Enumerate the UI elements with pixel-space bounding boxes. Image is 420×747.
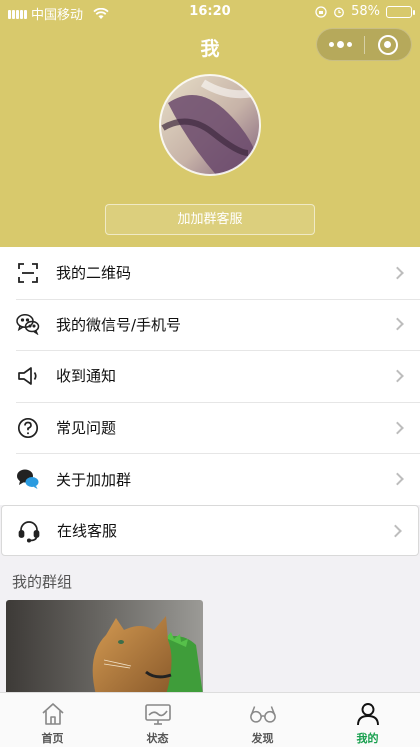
chevron-right-icon xyxy=(391,266,404,280)
tab-discover[interactable]: 发现 xyxy=(210,693,315,747)
tab-label: 首页 xyxy=(41,732,64,745)
home-icon xyxy=(39,701,67,727)
chevron-right-icon xyxy=(391,472,404,486)
tab-label: 状态 xyxy=(146,732,169,745)
question-icon xyxy=(16,416,40,440)
tab-mine[interactable]: 我的 xyxy=(315,693,420,747)
mini-program-capsule xyxy=(316,28,412,61)
wechat-icon xyxy=(16,312,40,336)
menu-item-qrcode[interactable]: 我的二维码 xyxy=(0,247,420,299)
menu-item-label: 我的二维码 xyxy=(56,264,132,283)
menu-item-label: 我的微信号/手机号 xyxy=(56,315,182,334)
tab-home[interactable]: 首页 xyxy=(0,693,105,747)
rotation-lock-icon xyxy=(315,5,327,18)
alarm-icon xyxy=(334,7,345,17)
menu-item-label: 在线客服 xyxy=(57,522,118,540)
menu-item-customer-service[interactable]: 在线客服 xyxy=(1,505,419,556)
chevron-right-icon xyxy=(391,421,404,434)
chevron-right-icon xyxy=(389,524,402,537)
more-options-icon[interactable] xyxy=(317,29,364,60)
menu-item-label: 关于加加群 xyxy=(56,470,132,489)
battery-percent: 58% xyxy=(351,4,380,19)
bottom-tab-bar: 首页 状态 发现 我的 xyxy=(0,692,420,747)
tab-label: 发现 xyxy=(251,732,274,745)
chevron-right-icon xyxy=(391,318,404,331)
headset-icon xyxy=(17,519,41,543)
qr-scan-icon xyxy=(16,261,40,285)
status-bar: 中国移动 16:20 58% xyxy=(0,0,420,24)
profile-header: 中国移动 16:20 58% 我 加加群客服 xyxy=(0,0,420,247)
menu-item-label: 常见问题 xyxy=(56,419,117,438)
menu-item-faq[interactable]: 常见问题 xyxy=(0,401,420,454)
person-icon xyxy=(354,701,382,727)
menu-item-about[interactable]: 关于加加群 xyxy=(0,453,420,505)
close-mini-program-icon[interactable] xyxy=(365,29,411,60)
menu-item-notifications[interactable]: 收到通知 xyxy=(0,350,420,402)
settings-menu: 我的二维码 我的微信号/手机号 收到通知 常见问题 关于加加群 xyxy=(0,247,420,505)
menu-item-wechat-phone[interactable]: 我的微信号/手机号 xyxy=(0,298,420,351)
glasses-icon xyxy=(249,701,277,727)
avatar[interactable] xyxy=(158,73,262,177)
monitor-icon xyxy=(144,701,172,727)
tab-status[interactable]: 状态 xyxy=(105,693,210,747)
chevron-right-icon xyxy=(391,369,404,383)
section-title: 我的群组 xyxy=(12,573,73,591)
speaker-icon xyxy=(16,364,40,388)
nickname-field[interactable]: 加加群客服 xyxy=(105,204,315,235)
battery-icon xyxy=(386,5,415,18)
status-right: 58% xyxy=(315,4,415,19)
tab-label: 我的 xyxy=(356,732,379,745)
group-card-image[interactable] xyxy=(6,600,203,695)
menu-item-label: 收到通知 xyxy=(56,367,117,386)
chat-bubbles-icon xyxy=(16,467,40,491)
